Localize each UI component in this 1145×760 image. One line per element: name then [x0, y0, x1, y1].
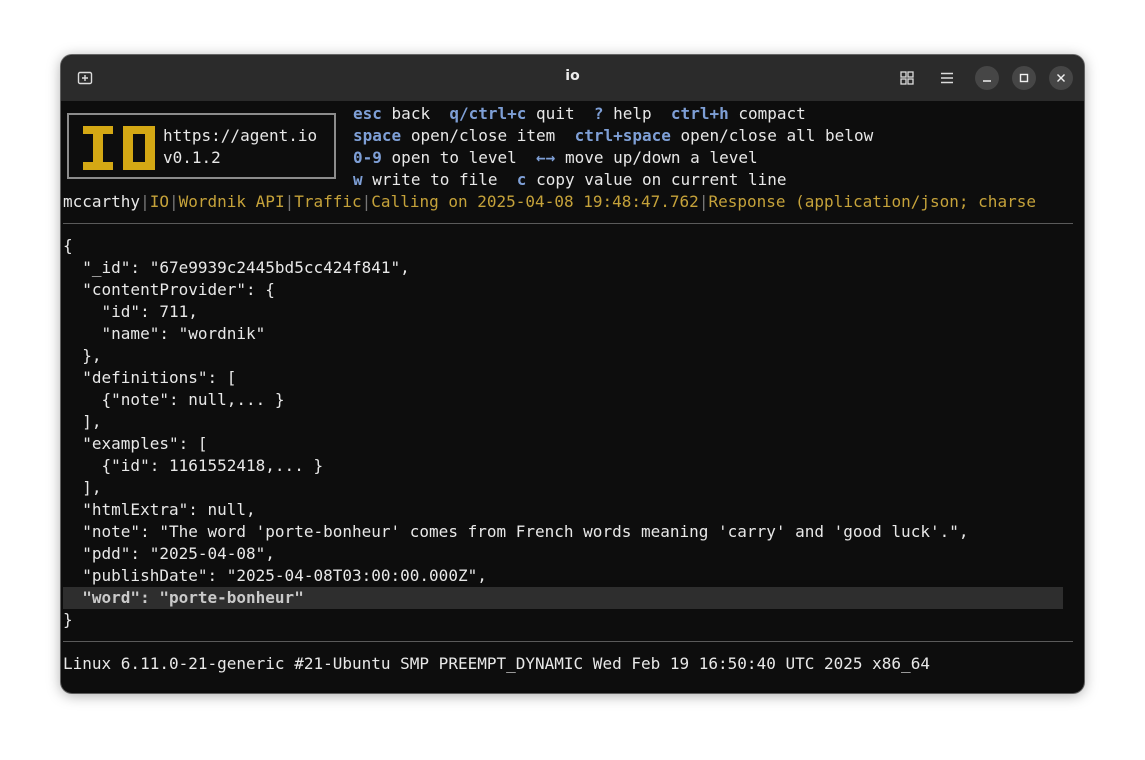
io-logo-icon	[83, 126, 155, 170]
help-desc: compact	[738, 104, 806, 123]
json-line[interactable]: "_id": "67e9939c2445bd5cc424f841",	[63, 257, 410, 279]
json-line[interactable]: ],	[63, 477, 101, 499]
help-key: ?	[593, 104, 604, 123]
help-key: c	[516, 170, 527, 189]
json-line[interactable]: ],	[63, 411, 101, 433]
breadcrumb-item[interactable]: Wordnik API	[179, 192, 285, 211]
json-line-selected[interactable]: "word": "porte-bonheur"	[63, 587, 304, 609]
help-desc: move up/down a level	[564, 148, 758, 167]
maximize-button[interactable]	[1012, 66, 1036, 90]
help-key: ctrl+space	[574, 126, 671, 145]
help-desc: quit	[536, 104, 575, 123]
breadcrumb-item[interactable]: IO	[150, 192, 169, 211]
terminal-window: io https://agent.io v0.1.2 esc back q/ct…	[61, 55, 1084, 693]
minimize-button[interactable]	[975, 66, 999, 90]
json-line[interactable]: "contentProvider": {	[63, 279, 275, 301]
help-desc: copy value on current line	[536, 170, 787, 189]
breadcrumb-item[interactable]: Calling on 2025-04-08 19:48:47.762	[371, 192, 699, 211]
logo-version: v0.1.2	[163, 148, 221, 167]
json-line[interactable]: "definitions": [	[63, 367, 236, 389]
json-line[interactable]: "note": "The word 'porte-bonheur' comes …	[63, 521, 968, 543]
help-key: ←→	[536, 148, 556, 167]
help-key: w	[353, 170, 363, 189]
help-key: ctrl+h	[670, 104, 729, 123]
json-line[interactable]: "pdd": "2025-04-08",	[63, 543, 275, 565]
divider	[63, 223, 1073, 224]
json-line[interactable]: {	[63, 235, 73, 257]
help-desc: help	[613, 104, 652, 123]
json-line[interactable]: "name": "wordnik"	[63, 323, 266, 345]
terminal-content[interactable]: https://agent.io v0.1.2 esc back q/ctrl+…	[61, 101, 1084, 693]
json-line[interactable]: "id": 711,	[63, 301, 198, 323]
breadcrumb-item[interactable]: Response (application/json; charse	[708, 192, 1036, 211]
help-desc: open/close all below	[680, 126, 874, 145]
help-desc: open/close item	[410, 126, 556, 145]
help-line-1: esc back q/ctrl+c quit ? help ctrl+h com…	[353, 103, 806, 125]
json-line[interactable]: },	[63, 345, 101, 367]
maximize-icon	[1019, 73, 1029, 83]
divider	[63, 641, 1073, 642]
help-key: 0-9	[353, 148, 382, 167]
logo-url: https://agent.io	[163, 126, 318, 145]
status-bar: Linux 6.11.0-21-generic #21-Ubuntu SMP P…	[63, 654, 930, 673]
help-desc: open to level	[391, 148, 517, 167]
minimize-icon	[983, 80, 991, 82]
help-line-2: space open/close item ctrl+space open/cl…	[353, 125, 873, 147]
breadcrumb-root[interactable]: mccarthy	[63, 192, 140, 211]
breadcrumb-item[interactable]: Traffic	[294, 192, 361, 211]
help-line-3: 0-9 open to level ←→ move up/down a leve…	[353, 147, 758, 169]
help-key: q/ctrl+c	[449, 104, 527, 123]
breadcrumb: mccarthy|IO|Wordnik API|Traffic|Calling …	[63, 192, 1036, 211]
window-title: io	[565, 68, 580, 84]
logo-box: https://agent.io v0.1.2	[67, 113, 336, 179]
help-key: space	[353, 126, 402, 145]
help-key: esc	[353, 104, 382, 123]
help-desc: write to file	[372, 170, 498, 189]
json-line[interactable]: "htmlExtra": null,	[63, 499, 255, 521]
json-line[interactable]: {"note": null,... }	[63, 389, 285, 411]
json-line[interactable]: "publishDate": "2025-04-08T03:00:00.000Z…	[63, 565, 487, 587]
json-line[interactable]: "examples": [	[63, 433, 207, 455]
close-icon	[1057, 74, 1065, 82]
grid-view-icon[interactable]	[896, 67, 918, 89]
help-line-4: w write to file c copy value on current …	[353, 169, 787, 191]
json-line[interactable]: }	[63, 609, 73, 631]
help-desc: back	[391, 104, 431, 123]
menu-icon[interactable]	[936, 67, 958, 89]
title-bar: io	[61, 55, 1084, 101]
json-line[interactable]: {"id": 1161552418,... }	[63, 455, 324, 477]
close-button[interactable]	[1049, 66, 1073, 90]
